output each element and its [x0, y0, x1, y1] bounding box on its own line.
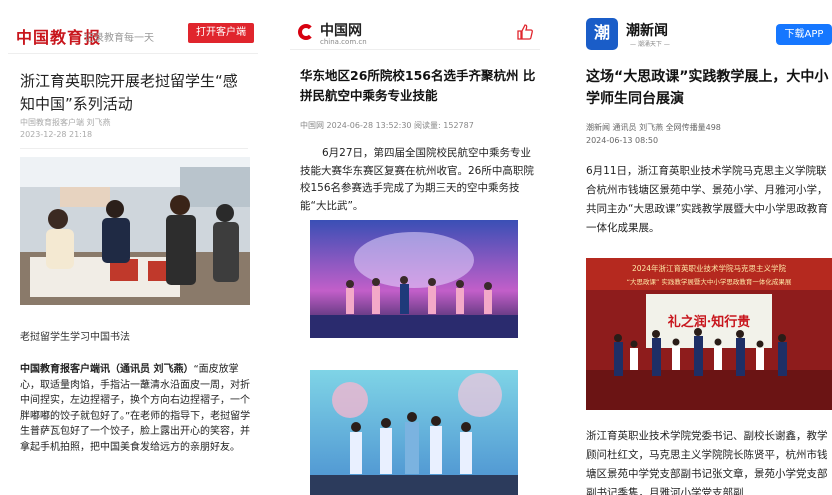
stage-performance-photo[interactable] — [310, 220, 518, 338]
article-datetime: 2023-12-28 21:18 — [20, 130, 93, 139]
chinacom-header: 中国网 china.com.cn — [290, 12, 540, 50]
article-title: 这场“大思政课”实践教学展上，大中小学师生同台展演 — [586, 69, 829, 107]
article-title: 华东地区26所院校156名选手齐聚杭州 比拼民航空中乘务专业技能 — [300, 68, 536, 103]
article-source: 中国教育报客户端 刘飞燕 — [20, 118, 111, 127]
chinacom-logo-icon — [298, 24, 314, 40]
article-meta: 中国教育报客户端 刘飞燕 2023-12-28 21:18 — [20, 117, 111, 141]
chaonews-article-panel: 潮 潮新闻 — 潮涌天下 — 下载APP 这场“大思政课”实践教学展上，大中小学… — [580, 0, 832, 495]
banner-line2: “大思政课” 实践教学展暨大中小学思政教育一体化成果展 — [627, 277, 792, 286]
exhibition-stage-photo[interactable]: 2024年浙江育英职业技术学院马克思主义学院 “大思政课” 实践教学展暨大中小学… — [586, 258, 832, 410]
chaonews-slogan: — 潮涌天下 — — [630, 41, 670, 48]
jyb-header: 中国教育报 记录教育每一天 打开客户端 — [8, 14, 258, 54]
article-datetime: 2024-06-13 08:50 — [586, 136, 659, 145]
jyb-article-panel: 中国教育报 记录教育每一天 打开客户端 浙江育英职院开展老挝留学生“感知中国”系… — [8, 0, 258, 495]
chaonews-logo[interactable]: 潮新闻 — [626, 20, 668, 40]
open-client-button[interactable]: 打开客户端 — [188, 23, 254, 43]
jyb-slogan: 记录教育每一天 — [84, 33, 154, 44]
screen-text: 礼之润·知行贵 — [668, 314, 751, 330]
article-body-continued: 浙江育英职业技术学院党委书记、副校长谢鑫，教学顾问杜红文，马克思主义学院院长陈贤… — [586, 430, 828, 495]
dance-performance-photo[interactable] — [310, 370, 518, 495]
article-title: 浙江育英职院开展老挝留学生“感知中国”系列活动 — [20, 72, 238, 113]
body-lead: 中国教育报客户端讯（通讯员 刘飞燕） — [20, 364, 194, 375]
chaonews-header: 潮 潮新闻 — 潮涌天下 — 下载APP — [580, 14, 832, 54]
calligraphy-photo[interactable] — [20, 157, 250, 305]
chinacom-domain: china.com.cn — [320, 38, 367, 46]
article-body: 6月11日，浙江育英职业技术学院马克思主义学院联合杭州市钱塘区景苑中学、景苑小学… — [586, 165, 828, 234]
chaonews-logo-icon[interactable]: 潮 — [586, 18, 618, 50]
article-source: 潮新闻 通讯员 刘飞燕 全网传播量498 — [586, 123, 721, 132]
photo-caption: 老挝留学生学习中国书法 — [20, 332, 130, 343]
divider — [20, 148, 248, 149]
article-meta: 中国网 2024-06-28 13:52:30 阅读量: 152787 — [300, 121, 474, 130]
download-app-button[interactable]: 下载APP — [776, 24, 832, 45]
article-body: 中国教育报客户端讯（通讯员 刘飞燕）“面皮放掌心，取适量肉馅，手指沾一蘸清水沿面… — [20, 362, 256, 455]
body-text: “面皮放掌心，取适量肉馅，手指沾一蘸清水沿面皮一周，对折中间捏实，左边捏褶子，换… — [20, 364, 251, 453]
chinacom-logo[interactable]: 中国网 — [320, 20, 362, 40]
article-body: 6月27日，第四届全国院校民航空中乘务专业技能大赛华东赛区复赛在杭州收官。26所… — [300, 147, 534, 212]
chinacom-article-panel: 中国网 china.com.cn 华东地区26所院校156名选手齐聚杭州 比拼民… — [290, 0, 540, 495]
thumbs-up-icon[interactable] — [516, 23, 534, 41]
banner-line1: 2024年浙江育英职业技术学院马克思主义学院 — [632, 263, 787, 273]
